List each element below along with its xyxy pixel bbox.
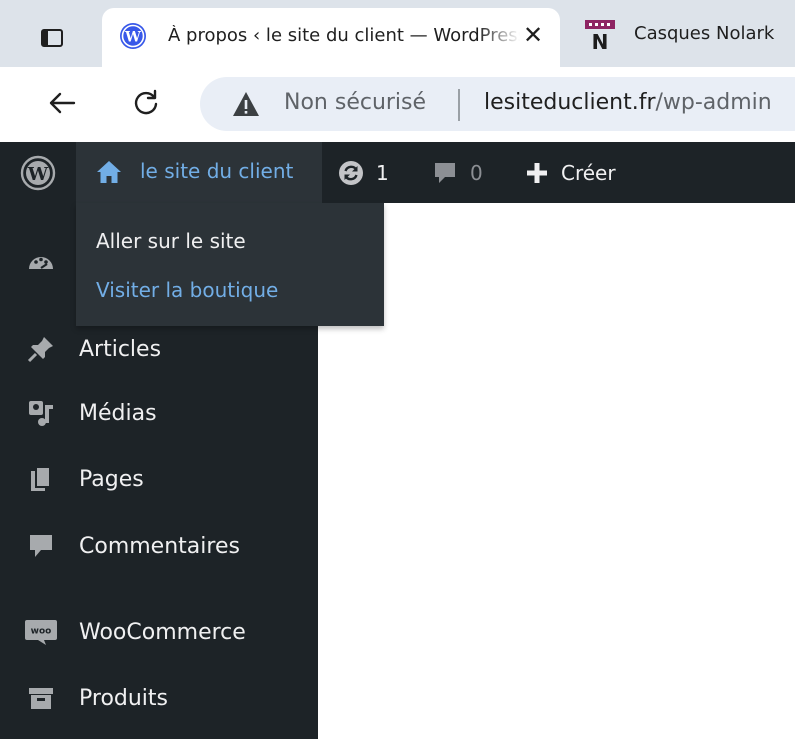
sidebar-item-label: Produits: [79, 686, 169, 711]
comment-bubble-icon: [435, 162, 455, 183]
security-status[interactable]: Non sécurisé: [284, 90, 426, 115]
updates-count: 1: [376, 160, 389, 185]
svg-text:W: W: [124, 30, 141, 46]
tab-inactive[interactable]: N Casques Nolark: [570, 8, 795, 58]
window-icon: [41, 29, 63, 47]
new-content-item[interactable]: Créer: [525, 142, 616, 203]
url-path: /wp-admin: [655, 90, 772, 115]
reload-button[interactable]: [124, 81, 168, 125]
sidebar-item-pages[interactable]: Pages: [0, 454, 318, 504]
sidebar-item-label: Pages: [79, 467, 144, 492]
svg-text:N: N: [592, 30, 609, 50]
media-icon: [24, 399, 58, 427]
nolark-icon: N: [585, 20, 615, 50]
plus-icon: [527, 162, 547, 183]
home-icon: [97, 161, 121, 183]
sidebar-item-label: Commentaires: [79, 534, 240, 559]
address-divider: [458, 89, 460, 121]
tab-title: Casques Nolark: [634, 23, 775, 44]
sidebar-item-label: Médias: [79, 401, 157, 426]
sidebar-item-label: WooCommerce: [79, 620, 246, 645]
sidebar-item-articles[interactable]: Articles: [0, 324, 318, 374]
woo-icon: woo: [24, 618, 58, 646]
reload-icon: [134, 89, 158, 115]
tab-title: À propos ‹ le site du client — WordPress: [168, 25, 520, 46]
sidebar-item-commentaires[interactable]: Commentaires: [0, 521, 318, 571]
new-content-label: Créer: [561, 160, 616, 185]
close-tab-icon[interactable]: ✕: [516, 18, 550, 52]
wordpress-icon: W: [120, 23, 146, 49]
visit-shop-link[interactable]: Visiter la boutique: [96, 278, 278, 302]
comments-item[interactable]: 0: [432, 142, 483, 203]
sidebar-item-produits[interactable]: Produits: [0, 673, 318, 723]
wp-admin-bar: W le site du client 1 0 Créer: [0, 142, 795, 203]
site-dropdown-menu: Aller sur le site Visiter la boutique: [76, 203, 384, 326]
site-name-menu[interactable]: le site du client: [76, 142, 322, 203]
comments-count: 0: [470, 160, 483, 185]
updates-item[interactable]: 1: [338, 142, 389, 203]
url-text[interactable]: lesiteduclient.fr/wp-admin: [484, 90, 772, 115]
arrow-left-icon: [49, 92, 76, 114]
tab-actions-button[interactable]: [22, 13, 82, 63]
sidebar-item-woocommerce[interactable]: woo WooCommerce: [0, 607, 318, 657]
tab-active[interactable]: W À propos ‹ le site du client — WordPre…: [102, 8, 560, 67]
site-name: le site du client: [140, 159, 294, 183]
sidebar-item-medias[interactable]: Médias: [0, 388, 318, 438]
visit-site-link[interactable]: Aller sur le site: [96, 229, 246, 253]
pin-icon: [24, 335, 58, 363]
svg-text:woo: woo: [31, 627, 52, 637]
wordpress-logo-icon[interactable]: W: [20, 155, 56, 191]
dashboard-icon[interactable]: [24, 247, 58, 275]
browser-tab-strip: W À propos ‹ le site du client — WordPre…: [0, 0, 795, 67]
refresh-icon: [339, 160, 363, 185]
archive-icon: [24, 684, 58, 712]
pages-icon: [24, 465, 58, 493]
svg-text:W: W: [27, 164, 49, 185]
back-button[interactable]: [40, 81, 84, 125]
address-bar[interactable]: Non sécurisé lesiteduclient.fr/wp-admin: [200, 77, 795, 131]
sidebar-item-label: Articles: [79, 337, 162, 362]
comment-icon: [24, 532, 58, 560]
browser-toolbar: Non sécurisé lesiteduclient.fr/wp-admin: [0, 67, 795, 142]
url-domain: lesiteduclient.fr: [484, 90, 656, 115]
warning-icon: [233, 92, 259, 116]
